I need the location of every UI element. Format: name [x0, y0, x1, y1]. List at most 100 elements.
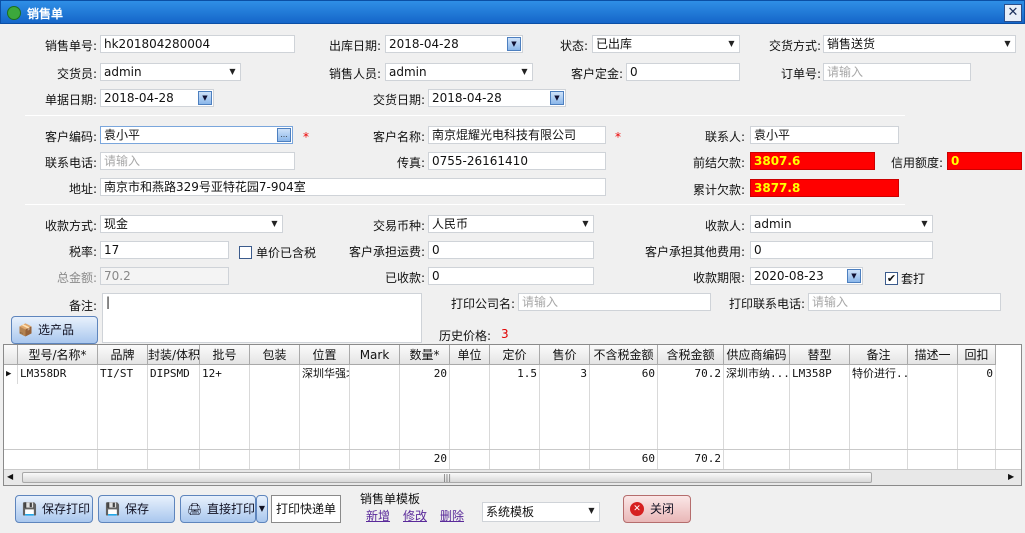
- table-cell[interactable]: [450, 365, 490, 384]
- calendar-dropdown-icon[interactable]: ▼: [847, 269, 861, 283]
- column-header[interactable]: 包装: [250, 345, 300, 365]
- column-header[interactable]: 替型: [790, 345, 850, 365]
- order-num-field[interactable]: 请输入: [823, 63, 971, 81]
- payment-method-select[interactable]: 现金 ▼: [100, 215, 283, 233]
- print-company-field[interactable]: 请输入: [518, 293, 711, 311]
- horizontal-scrollbar[interactable]: ◀ ||| ▶: [4, 469, 1021, 485]
- column-header[interactable]: 回扣: [958, 345, 996, 365]
- table-cell[interactable]: DIPSMD: [148, 365, 200, 384]
- total-cell: [490, 450, 540, 469]
- table-cell[interactable]: [350, 365, 400, 384]
- table-cell[interactable]: LM358P: [790, 365, 850, 384]
- column-header[interactable]: 定价: [490, 345, 540, 365]
- status-select[interactable]: 已出库 ▼: [592, 35, 740, 53]
- scroll-right-icon[interactable]: ▶: [1008, 472, 1014, 481]
- address-field[interactable]: 南京市和燕路329号亚特花园7-904室: [100, 178, 606, 196]
- column-header[interactable]: 含税金额: [658, 345, 724, 365]
- table-cell[interactable]: 1.5: [490, 365, 540, 384]
- direct-print-button[interactable]: 🖨 直接打印: [180, 495, 256, 523]
- print-phone-field[interactable]: 请输入: [808, 293, 1001, 311]
- close-window-button[interactable]: ✕: [1004, 4, 1022, 22]
- scroll-left-icon[interactable]: ◀: [7, 472, 13, 481]
- table-cell[interactable]: 12+: [200, 365, 250, 384]
- deliverer-select[interactable]: admin ▼: [100, 63, 241, 81]
- currency-select[interactable]: 人民币 ▼: [428, 215, 594, 233]
- scroll-thumb[interactable]: |||: [22, 472, 872, 483]
- deliverer-value: admin: [104, 65, 142, 79]
- order-no-field[interactable]: hk201804280004: [100, 35, 295, 53]
- column-header[interactable]: 品牌: [98, 345, 148, 365]
- customer-name-field[interactable]: 南京焜耀光电科技有限公司: [428, 126, 606, 144]
- column-header[interactable]: 供应商编码: [724, 345, 790, 365]
- print-express-button[interactable]: 打印快递单: [271, 495, 341, 523]
- template-select[interactable]: 系统模板 ▼: [482, 502, 600, 522]
- column-header[interactable]: 批号: [200, 345, 250, 365]
- deposit-field[interactable]: 0: [626, 63, 740, 81]
- select-products-button[interactable]: 📦 选产品: [11, 316, 98, 344]
- due-date-value: 2020-08-23: [754, 269, 824, 283]
- delivery-date-picker[interactable]: 2018-04-28 ▼: [428, 89, 566, 107]
- save-button[interactable]: 💾 保存: [98, 495, 175, 523]
- close-button[interactable]: ✕ 关闭: [623, 495, 691, 523]
- table-cell[interactable]: 深圳华强北...: [300, 365, 350, 384]
- calendar-dropdown-icon[interactable]: ▼: [198, 91, 212, 105]
- table-cell[interactable]: 3: [540, 365, 590, 384]
- table-cell[interactable]: 深圳市纳...: [724, 365, 790, 384]
- column-header[interactable]: 数量*: [400, 345, 450, 365]
- template-delete-link[interactable]: 删除: [440, 507, 464, 524]
- template-edit-link[interactable]: 修改: [403, 507, 427, 524]
- phone-field[interactable]: 请输入: [100, 152, 295, 170]
- doc-date-picker[interactable]: 2018-04-28 ▼: [100, 89, 214, 107]
- column-header[interactable]: 不含税金额: [590, 345, 658, 365]
- out-date-picker[interactable]: 2018-04-28 ▼: [385, 35, 523, 53]
- printer-icon: 🖨: [187, 502, 203, 516]
- salesperson-select[interactable]: admin ▼: [385, 63, 533, 81]
- other-fees-label: 客户承担其他费用:: [644, 245, 745, 259]
- column-header[interactable]: 售价: [540, 345, 590, 365]
- contact-field[interactable]: 袁小平: [750, 126, 899, 144]
- price-incl-tax-checkbox[interactable]: [239, 246, 252, 259]
- column-header[interactable]: Mark: [350, 345, 400, 365]
- table-cell[interactable]: 60: [590, 365, 658, 384]
- set-print-checkbox[interactable]: ✔: [885, 272, 898, 285]
- column-header[interactable]: 封装/体积: [148, 345, 200, 365]
- delivery-method-select[interactable]: 销售送货 ▼: [823, 35, 1016, 53]
- calendar-dropdown-icon[interactable]: ▼: [550, 91, 564, 105]
- customer-code-label: 客户编码:: [44, 130, 97, 144]
- payee-select[interactable]: admin ▼: [750, 215, 933, 233]
- totals-row: 20 60 70.2: [4, 449, 1021, 469]
- total-cell: [300, 450, 350, 469]
- table-cell[interactable]: 70.2: [658, 365, 724, 384]
- fax-field[interactable]: 0755-26161410: [428, 152, 606, 170]
- due-date-picker[interactable]: 2020-08-23 ▼: [750, 267, 863, 285]
- template-new-link[interactable]: 新增: [366, 507, 390, 524]
- other-fees-field[interactable]: 0: [750, 241, 933, 259]
- phone-label: 联系电话:: [44, 156, 97, 170]
- column-divider: [97, 365, 98, 449]
- freight-field[interactable]: 0: [428, 241, 594, 259]
- table-cell[interactable]: 20: [400, 365, 450, 384]
- lookup-icon[interactable]: …: [277, 128, 291, 142]
- column-divider: [907, 365, 908, 449]
- table-cell[interactable]: [250, 365, 300, 384]
- column-header[interactable]: 位置: [300, 345, 350, 365]
- template-select-value: 系统模板: [486, 505, 535, 519]
- received-field[interactable]: 0: [428, 267, 594, 285]
- table-cell[interactable]: LM358DR: [18, 365, 98, 384]
- table-cell[interactable]: 特价进行...: [850, 365, 908, 384]
- tax-rate-field[interactable]: 17: [100, 241, 229, 259]
- column-header[interactable]: 型号/名称*: [18, 345, 98, 365]
- save-print-button[interactable]: 💾 保存打印: [15, 495, 93, 523]
- table-cell[interactable]: 0: [958, 365, 996, 384]
- customer-code-field[interactable]: 袁小平…: [100, 126, 293, 144]
- remark-textarea[interactable]: |: [102, 293, 422, 343]
- column-divider: [399, 365, 400, 449]
- column-header[interactable]: 备注: [850, 345, 908, 365]
- calendar-dropdown-icon[interactable]: ▼: [507, 37, 521, 51]
- table-cell[interactable]: TI/ST: [98, 365, 148, 384]
- print-options-dropdown[interactable]: ▼: [256, 495, 268, 523]
- column-header[interactable]: 描述一: [908, 345, 958, 365]
- salesperson-label: 销售人员:: [328, 67, 381, 81]
- table-cell[interactable]: [908, 365, 958, 384]
- column-header[interactable]: 单位: [450, 345, 490, 365]
